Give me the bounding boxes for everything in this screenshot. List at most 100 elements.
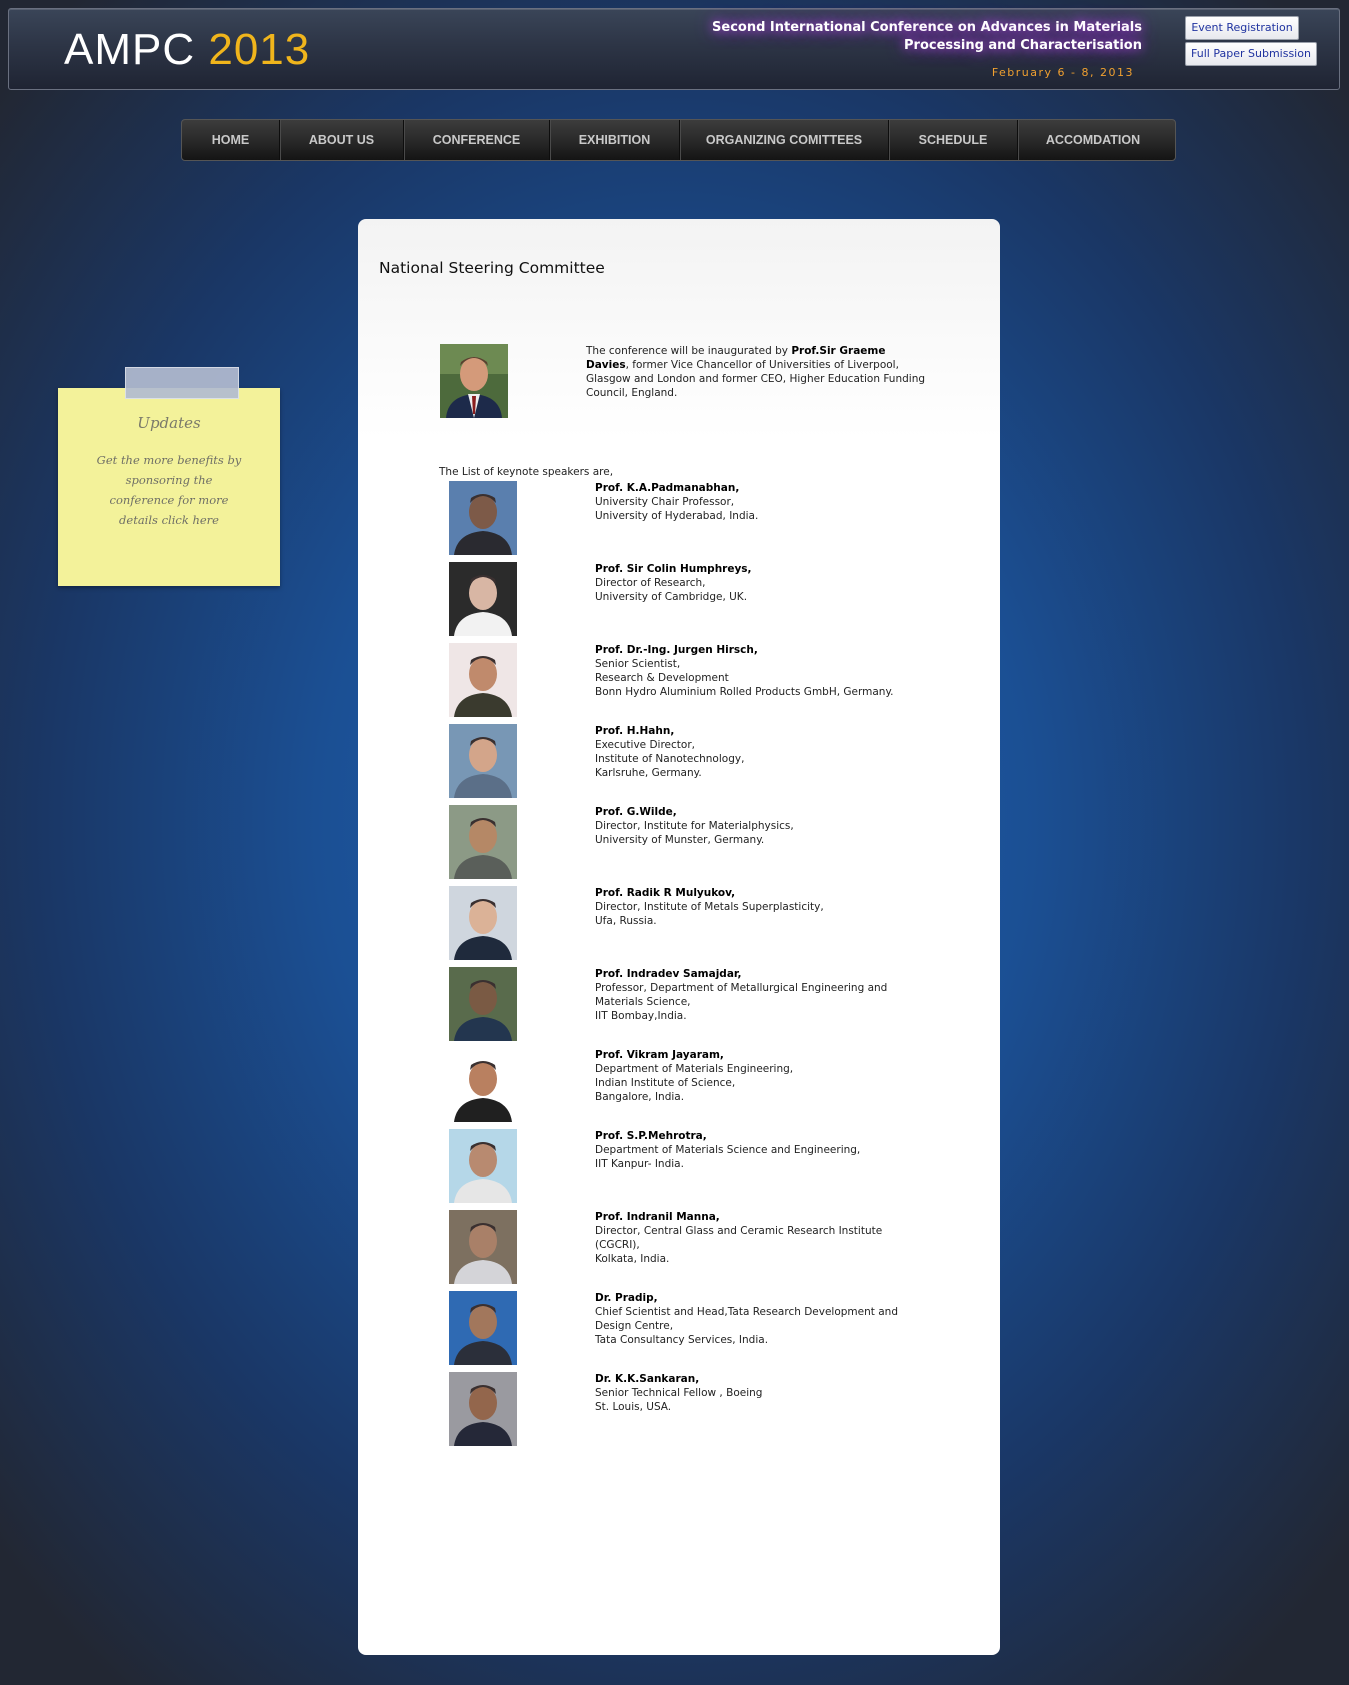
speaker-affiliation-line: Chief Scientist and Head,Tata Research D… (595, 1306, 898, 1332)
speaker-name: Prof. G.Wilde, (595, 806, 677, 818)
speaker-info: Prof. Dr.-Ing. Jurgen Hirsch, Senior Scie… (595, 643, 925, 699)
speaker-affiliation-line: Bangalore, India. (595, 1091, 685, 1103)
updates-title: Updates (137, 414, 201, 432)
speaker-photo (449, 886, 517, 960)
nav-item-exhibition[interactable]: EXHIBITION (550, 120, 680, 160)
speaker-entry: Prof. S.P.Mehrotra, Department of Materia… (449, 1129, 1009, 1209)
speaker-info: Prof. Vikram Jayaram, Department of Mater… (595, 1048, 925, 1104)
speaker-info: Dr. K.K.Sankaran, Senior Technical Fellow… (595, 1372, 925, 1414)
speaker-info: Dr. Pradip, Chief Scientist and Head,Tata… (595, 1291, 925, 1347)
speaker-affiliation-line: Senior Technical Fellow , Boeing (595, 1387, 763, 1399)
nav-item-accommodation[interactable]: ACCOMDATION (1018, 120, 1168, 160)
page-title: National Steering Committee (379, 259, 605, 277)
speaker-affiliation-line: Department of Materials Science and Engi… (595, 1144, 861, 1156)
speaker-affiliation-line: St. Louis, USA. (595, 1401, 672, 1413)
full-paper-submission-button[interactable]: Full Paper Submission (1185, 42, 1317, 66)
speaker-photo (449, 1048, 517, 1122)
conference-title-line1: Second International Conference on Advan… (712, 20, 1142, 35)
speaker-affiliation-line: Executive Director, (595, 739, 695, 751)
content-panel: National Steering Committee The conferen… (358, 219, 1000, 1655)
speaker-affiliation-line: University of Hyderabad, India. (595, 510, 759, 522)
speaker-affiliation-line: Indian Institute of Science, (595, 1077, 736, 1089)
speaker-affiliation-line: Institute of Nanotechnology, (595, 753, 745, 765)
updates-text[interactable]: Get the more benefits by sponsoring the … (94, 450, 244, 530)
intro-text-before: The conference will be inaugurated by (586, 345, 792, 357)
speaker-entry: Prof. Indradev Samajdar, Professor, Depar… (449, 967, 1009, 1047)
speaker-info: Prof. G.Wilde, Director, Institute for Ma… (595, 805, 925, 847)
conference-title-line2: Processing and Characterisation (904, 38, 1142, 53)
speaker-info: Prof. Indranil Manna, Director, Central G… (595, 1210, 925, 1266)
inauguration-text: The conference will be inaugurated by Pr… (586, 344, 931, 400)
speaker-name: Prof. Radik R Mulyukov, (595, 887, 736, 899)
speaker-entry: Prof. H.Hahn, Executive Director, Institut… (449, 724, 1009, 804)
speaker-name: Prof. Vikram Jayaram, (595, 1049, 724, 1061)
speaker-name: Prof. K.A.Padmanabhan, (595, 482, 740, 494)
speaker-entry: Dr. K.K.Sankaran, Senior Technical Fellow… (449, 1372, 1009, 1452)
inaugurator-photo (440, 344, 508, 418)
note-tape (125, 367, 239, 399)
speaker-photo (449, 1372, 517, 1446)
nav-item-about-us[interactable]: ABOUT US (280, 120, 404, 160)
speaker-affiliation-line: Kolkata, India. (595, 1253, 670, 1265)
logo-text: AMPC (64, 25, 196, 74)
speaker-name: Prof. Sir Colin Humphreys, (595, 563, 752, 575)
speaker-photo (449, 1210, 517, 1284)
speaker-photo (449, 643, 517, 717)
main-nav: HOME ABOUT US CONFERENCE EXHIBITION ORGA… (181, 119, 1176, 161)
speaker-photo (449, 967, 517, 1041)
speaker-affiliation-line: Karlsruhe, Germany. (595, 767, 702, 779)
event-registration-button[interactable]: Event Registration (1185, 16, 1299, 40)
speaker-affiliation-line: IIT Kanpur- India. (595, 1158, 684, 1170)
speaker-photo (449, 481, 517, 555)
speaker-affiliation-line: IIT Bombay,India. (595, 1010, 687, 1022)
speaker-info: Prof. K.A.Padmanabhan, University Chair P… (595, 481, 925, 523)
keynote-list-label: The List of keynote speakers are, (439, 466, 614, 478)
speaker-info: Prof. Sir Colin Humphreys, Director of Re… (595, 562, 925, 604)
speaker-affiliation-line: Director, Institute of Metals Superplast… (595, 901, 824, 913)
speaker-entry: Prof. Sir Colin Humphreys, Director of Re… (449, 562, 1009, 642)
speaker-affiliation-line: Professor, Department of Metallurgical E… (595, 982, 888, 1008)
speaker-affiliation-line: Director of Research, (595, 577, 706, 589)
speaker-info: Prof. S.P.Mehrotra, Department of Materia… (595, 1129, 925, 1171)
speaker-affiliation-line: University of Munster, Germany. (595, 834, 765, 846)
speaker-entry: Prof. Radik R Mulyukov, Director, Institu… (449, 886, 1009, 966)
speaker-info: Prof. Radik R Mulyukov, Director, Institu… (595, 886, 925, 928)
speaker-name: Dr. K.K.Sankaran, (595, 1373, 700, 1385)
speaker-affiliation-line: Research & Development (595, 672, 729, 684)
speaker-name: Prof. Dr.-Ing. Jurgen Hirsch, (595, 644, 758, 656)
speaker-affiliation-line: Senior Scientist, (595, 658, 681, 670)
speaker-affiliation-line: Department of Materials Engineering, (595, 1063, 794, 1075)
nav-item-organizing-committees[interactable]: ORGANIZING COMITTEES (680, 120, 889, 160)
speaker-name: Prof. H.Hahn, (595, 725, 675, 737)
speaker-affiliation-line: Bonn Hydro Aluminium Rolled Products Gmb… (595, 686, 894, 698)
speaker-info: Prof. H.Hahn, Executive Director, Institut… (595, 724, 925, 780)
speaker-photo (449, 1129, 517, 1203)
conference-dates: February 6 - 8, 2013 (991, 66, 1134, 79)
nav-item-conference[interactable]: CONFERENCE (404, 120, 550, 160)
conference-title: Second International Conference on Advan… (672, 19, 1142, 55)
speaker-affiliation-line: Ufa, Russia. (595, 915, 657, 927)
speaker-name: Dr. Pradip, (595, 1292, 658, 1304)
speaker-affiliation-line: Director, Institute for Materialphysics, (595, 820, 794, 832)
speaker-entry: Prof. Dr.-Ing. Jurgen Hirsch, Senior Scie… (449, 643, 1009, 723)
nav-item-home[interactable]: HOME (182, 120, 280, 160)
speaker-name: Prof. Indradev Samajdar, (595, 968, 742, 980)
intro-text-after: , former Vice Chancellor of Universities… (586, 359, 926, 399)
speaker-photo (449, 1291, 517, 1365)
speaker-entry: Prof. G.Wilde, Director, Institute for Ma… (449, 805, 1009, 885)
speaker-info: Prof. Indradev Samajdar, Professor, Depar… (595, 967, 925, 1023)
updates-note[interactable]: Updates Get the more benefits by sponsor… (58, 388, 280, 586)
speaker-affiliation-line: University of Cambridge, UK. (595, 591, 748, 603)
logo-year: 2013 (208, 25, 311, 74)
nav-item-schedule[interactable]: SCHEDULE (889, 120, 1018, 160)
site-logo[interactable]: AMPC 2013 (64, 25, 310, 75)
speaker-entry: Prof. Indranil Manna, Director, Central G… (449, 1210, 1009, 1290)
speaker-name: Prof. Indranil Manna, (595, 1211, 720, 1223)
speaker-photo (449, 805, 517, 879)
speaker-affiliation-line: University Chair Professor, (595, 496, 735, 508)
speaker-entry: Prof. Vikram Jayaram, Department of Mater… (449, 1048, 1009, 1128)
speaker-photo (449, 724, 517, 798)
speaker-name: Prof. S.P.Mehrotra, (595, 1130, 707, 1142)
site-header: AMPC 2013 Second International Conferenc… (8, 8, 1340, 90)
speaker-photo (449, 562, 517, 636)
